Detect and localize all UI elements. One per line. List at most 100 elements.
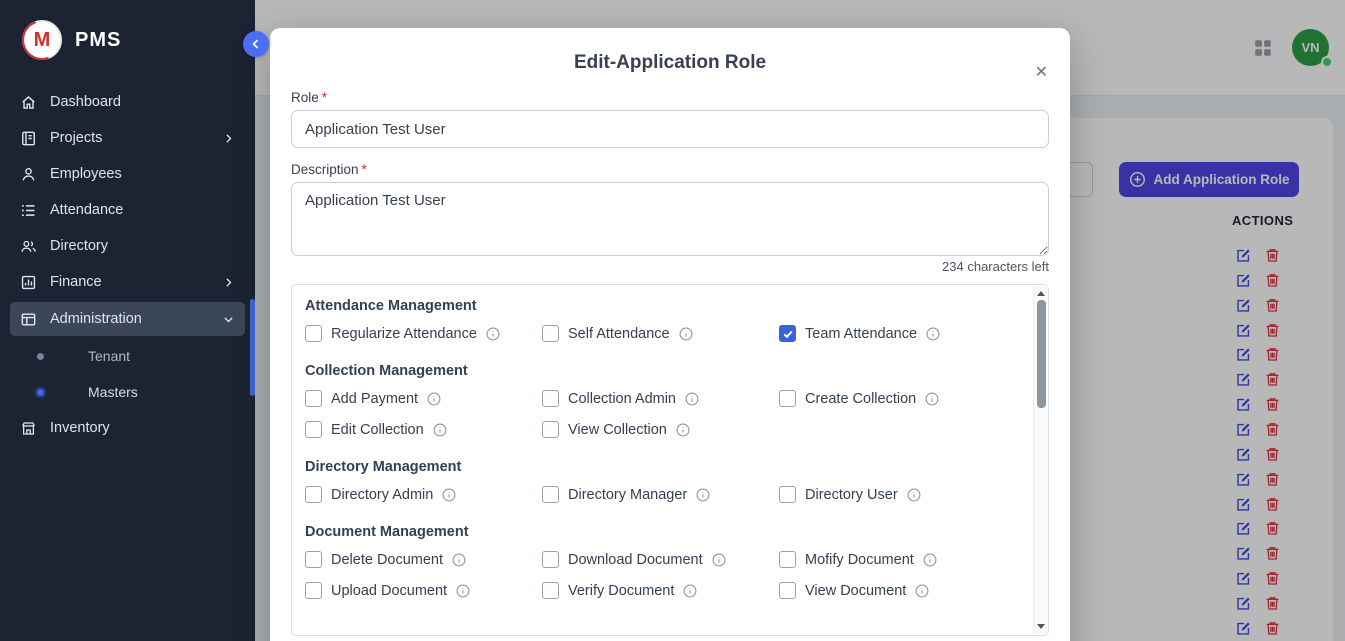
- checkbox-checked-icon[interactable]: [779, 325, 796, 342]
- description-input[interactable]: Application Test User: [291, 182, 1049, 256]
- sidebar-item-dashboard[interactable]: Dashboard: [0, 84, 255, 120]
- permission-label: Verify Document: [568, 583, 674, 599]
- checkbox-icon[interactable]: [542, 421, 559, 438]
- info-icon: [456, 584, 470, 598]
- permission-group-title: Collection Management: [305, 363, 1016, 379]
- permission-label: Collection Admin: [568, 391, 676, 407]
- permission-label: Create Collection: [805, 391, 916, 407]
- list-icon: [20, 202, 37, 219]
- sidebar-item-label: Attendance: [50, 202, 123, 218]
- checkbox-icon[interactable]: [779, 551, 796, 568]
- permission-label: Delete Document: [331, 552, 443, 568]
- info-icon: [676, 423, 690, 437]
- sidebar-collapse-button[interactable]: [243, 31, 269, 57]
- permission-option-view-document[interactable]: View Document: [779, 575, 1016, 606]
- sidebar-item-projects[interactable]: Projects: [0, 120, 255, 156]
- bullet-icon: [37, 389, 44, 396]
- permission-option-verify-document[interactable]: Verify Document: [542, 575, 779, 606]
- home-icon: [20, 94, 37, 111]
- permission-option-directory-manager[interactable]: Directory Manager: [542, 479, 779, 510]
- sidebar-item-administration[interactable]: Administration: [10, 302, 245, 336]
- description-label: Description*: [291, 162, 1049, 177]
- logo-text: PMS: [75, 29, 121, 52]
- checkbox-icon[interactable]: [542, 582, 559, 599]
- permission-option-team-attendance[interactable]: Team Attendance: [779, 318, 1016, 349]
- role-label: Role*: [291, 90, 1049, 105]
- scrollbar-thumb[interactable]: [1037, 300, 1046, 408]
- chevron-right-icon: [222, 276, 235, 289]
- checkbox-icon[interactable]: [305, 582, 322, 599]
- permission-label: Download Document: [568, 552, 703, 568]
- permission-option-mofify-document[interactable]: Mofify Document: [779, 544, 1016, 575]
- checkbox-icon[interactable]: [305, 390, 322, 407]
- info-icon: [433, 423, 447, 437]
- sidebar-item-employees[interactable]: Employees: [0, 156, 255, 192]
- checkbox-icon[interactable]: [305, 551, 322, 568]
- characters-left-text: 234 characters left: [291, 259, 1049, 274]
- chevron-left-icon: [249, 37, 263, 51]
- checkbox-icon[interactable]: [542, 486, 559, 503]
- permission-group: Collection Management Add Payment Collecti…: [305, 363, 1016, 445]
- sidebar-item-label: Finance: [50, 274, 102, 290]
- permission-option-self-attendance[interactable]: Self Attendance: [542, 318, 779, 349]
- sidebar-item-directory[interactable]: Directory: [0, 228, 255, 264]
- permission-option-download-document[interactable]: Download Document: [542, 544, 779, 575]
- checkbox-icon[interactable]: [542, 325, 559, 342]
- permission-option-directory-admin[interactable]: Directory Admin: [305, 479, 542, 510]
- checkbox-icon[interactable]: [779, 390, 796, 407]
- permission-option-delete-document[interactable]: Delete Document: [305, 544, 542, 575]
- close-icon[interactable]: ✕: [1035, 65, 1048, 81]
- sidebar-item-attendance[interactable]: Attendance: [0, 192, 255, 228]
- people-icon: [20, 238, 37, 255]
- permission-option-view-collection[interactable]: View Collection: [542, 414, 779, 445]
- scroll-down-icon[interactable]: [1037, 624, 1045, 629]
- info-icon: [696, 488, 710, 502]
- info-icon: [679, 327, 693, 341]
- logo-letter: M: [34, 29, 51, 52]
- permission-group-title: Directory Management: [305, 459, 1016, 475]
- permission-option-regularize-attendance[interactable]: Regularize Attendance: [305, 318, 542, 349]
- permission-label: Upload Document: [331, 583, 447, 599]
- sidebar-item-label: Projects: [50, 130, 102, 146]
- checkbox-icon[interactable]: [779, 582, 796, 599]
- sidebar-subitem-masters[interactable]: Masters: [0, 374, 255, 410]
- permission-option-add-payment[interactable]: Add Payment: [305, 383, 542, 414]
- sidebar-item-label: Inventory: [50, 420, 110, 436]
- sidebar-item-label: Employees: [50, 166, 122, 182]
- permission-label: View Document: [805, 583, 906, 599]
- permission-option-directory-user[interactable]: Directory User: [779, 479, 1016, 510]
- permissions-scrollbar[interactable]: [1033, 286, 1047, 634]
- permission-group-title: Attendance Management: [305, 298, 1016, 314]
- checkbox-icon[interactable]: [305, 421, 322, 438]
- projects-icon: [20, 130, 37, 147]
- sidebar-item-finance[interactable]: Finance: [0, 264, 255, 300]
- permission-option-edit-collection[interactable]: Edit Collection: [305, 414, 542, 445]
- permission-option-upload-document[interactable]: Upload Document: [305, 575, 542, 606]
- checkbox-icon[interactable]: [305, 486, 322, 503]
- checkbox-icon[interactable]: [305, 325, 322, 342]
- sidebar-subitem-tenant[interactable]: Tenant: [0, 338, 255, 374]
- description-field: Description* Application Test User 234 c…: [291, 162, 1049, 274]
- checkbox-icon[interactable]: [542, 390, 559, 407]
- bullet-icon: [37, 353, 44, 360]
- permission-label: Regularize Attendance: [331, 326, 477, 342]
- info-icon: [712, 553, 726, 567]
- info-icon: [486, 327, 500, 341]
- role-input[interactable]: [291, 110, 1049, 148]
- permission-option-create-collection[interactable]: Create Collection: [779, 383, 1016, 414]
- role-field: Role*: [291, 90, 1049, 148]
- scroll-up-icon[interactable]: [1037, 291, 1045, 296]
- checkbox-icon[interactable]: [542, 551, 559, 568]
- info-icon: [683, 584, 697, 598]
- required-marker: *: [362, 162, 367, 177]
- checkbox-icon[interactable]: [779, 486, 796, 503]
- description-label-text: Description: [291, 162, 359, 177]
- info-icon: [427, 392, 441, 406]
- role-label-text: Role: [291, 90, 319, 105]
- info-icon: [915, 584, 929, 598]
- permission-label: Edit Collection: [331, 422, 424, 438]
- sidebar-item-label: Administration: [50, 311, 142, 327]
- chevron-right-icon: [222, 132, 235, 145]
- sidebar-item-inventory[interactable]: Inventory: [0, 410, 255, 446]
- permission-option-collection-admin[interactable]: Collection Admin: [542, 383, 779, 414]
